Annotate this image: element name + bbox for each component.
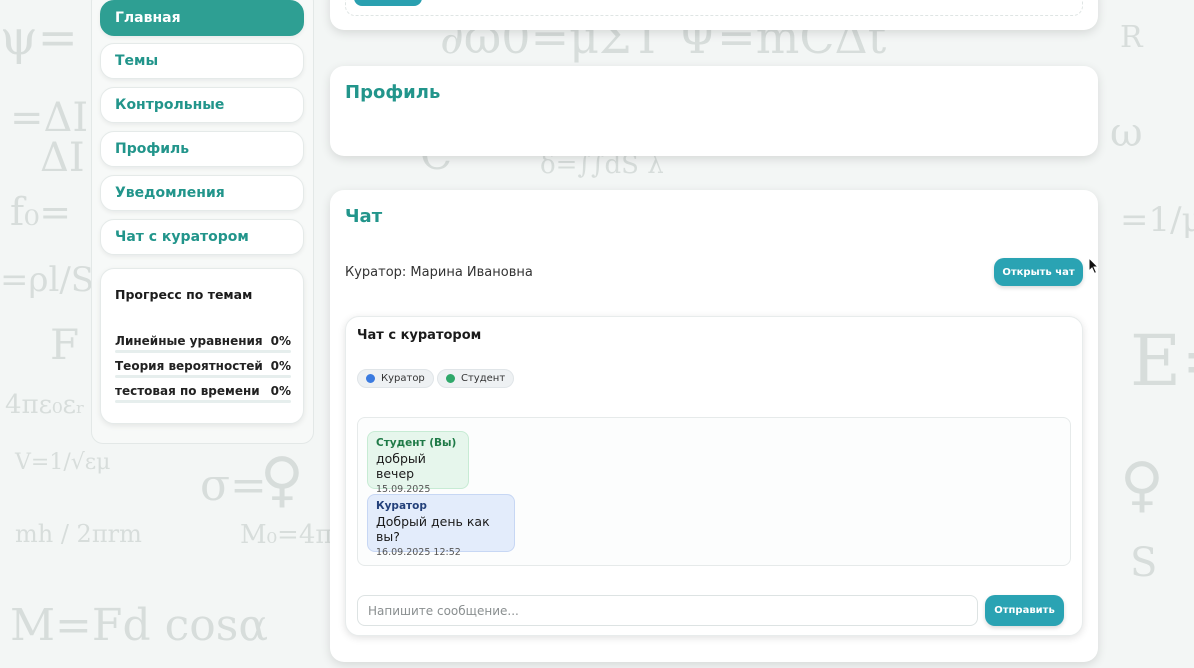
progress-row: Линейные уравнения 0%: [115, 334, 291, 354]
student-dot-icon: [446, 374, 455, 383]
sidebar-item-curator-chat[interactable]: Чат с куратором: [100, 219, 304, 255]
progress-bar: [115, 400, 291, 403]
progress-topic-percent: 0%: [270, 384, 291, 398]
progress-topic-percent: 0%: [270, 359, 291, 373]
progress-title: Прогресс по темам: [115, 287, 253, 302]
chat-card: Чат Куратор: Марина Ивановна Открыть чат…: [330, 190, 1098, 662]
message-text: добрый вечер: [376, 451, 426, 481]
progress-row: Теория вероятностей 0%: [115, 359, 291, 379]
send-button[interactable]: Отправить: [985, 595, 1064, 626]
message-student: Студент (Вы) добрый вечер 15.09.2025 19:…: [367, 431, 469, 506]
message-list[interactable]: Студент (Вы) добрый вечер 15.09.2025 19:…: [357, 417, 1071, 566]
message-input[interactable]: [357, 595, 978, 626]
curator-name: Куратор: Марина Ивановна: [345, 265, 533, 280]
chat-panel-title: Чат с куратором: [357, 328, 482, 343]
sidebar-item-tests[interactable]: Контрольные: [100, 87, 304, 123]
message-text: Добрый день как вы?: [376, 514, 490, 544]
progress-topic-name: Линейные уравнения: [115, 334, 263, 348]
profile-title: Профиль: [345, 82, 441, 103]
message-time: 16.09.2025 12:52: [376, 547, 461, 558]
legend-label: Студент: [461, 373, 506, 384]
progress-topic-percent: 0%: [270, 334, 291, 348]
sidebar-item-topics[interactable]: Темы: [100, 43, 304, 79]
progress-bar: [115, 375, 291, 378]
profile-card: Профиль: [330, 66, 1098, 156]
legend-label: Куратор: [381, 373, 425, 384]
chat-title: Чат: [345, 206, 383, 227]
legend-curator: Куратор: [357, 369, 434, 388]
legend-student: Студент: [437, 369, 515, 388]
progress-topic-name: тестовая по времени: [115, 384, 260, 398]
previous-card: [330, 0, 1098, 30]
sidebar-item-home[interactable]: Главная: [100, 0, 304, 36]
sidebar-item-profile[interactable]: Профиль: [100, 131, 304, 167]
sidebar-item-notifications[interactable]: Уведомления: [100, 175, 304, 211]
curator-dot-icon: [366, 374, 375, 383]
open-chat-button[interactable]: Открыть чат: [994, 258, 1083, 286]
mouse-cursor-icon: [1088, 257, 1100, 275]
progress-bar: [115, 350, 291, 353]
progress-card: Прогресс по темам Линейные уравнения 0% …: [100, 268, 304, 424]
chat-panel: Чат с куратором Куратор Студент Студент …: [345, 316, 1083, 636]
previous-card-inner: [345, 0, 1083, 16]
previous-card-button[interactable]: [354, 0, 422, 6]
message-curator: Куратор Добрый день как вы? 16.09.2025 1…: [367, 494, 515, 558]
message-author: Студент (Вы): [376, 437, 457, 449]
progress-row: тестовая по времени 0%: [115, 384, 291, 404]
message-author: Куратор: [376, 500, 427, 512]
progress-topic-name: Теория вероятностей: [115, 359, 263, 373]
